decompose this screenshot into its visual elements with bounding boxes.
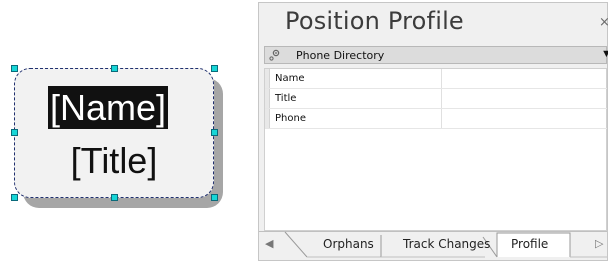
property-row-title[interactable]: Title — [265, 89, 607, 109]
column-divider — [441, 109, 442, 128]
resize-handle-bottom-left[interactable] — [11, 194, 18, 201]
resize-handle-left[interactable] — [11, 129, 18, 136]
resize-handle-right[interactable] — [211, 129, 218, 136]
resize-handle-top-left[interactable] — [11, 65, 18, 72]
shape-title-field[interactable]: [Title] — [14, 139, 214, 182]
row-indicator — [265, 109, 270, 128]
property-row-phone[interactable]: Phone — [265, 109, 607, 129]
shape-name-field[interactable]: [Name] — [48, 86, 169, 129]
tab-orphans[interactable]: Orphans — [323, 237, 374, 251]
directory-label: Phone Directory — [296, 49, 385, 62]
property-row-name[interactable]: Name — [265, 69, 607, 89]
chevron-down-icon[interactable]: ▼ — [601, 48, 608, 60]
scroll-left-icon[interactable]: ◀ — [265, 237, 273, 250]
properties-grid: Name Title Phone — [264, 68, 607, 231]
resize-handle-bottom[interactable] — [111, 194, 118, 201]
resize-handle-bottom-right[interactable] — [211, 194, 218, 201]
gear-icon — [269, 48, 281, 65]
tab-profile[interactable]: Profile — [511, 237, 548, 251]
property-label: Name — [275, 73, 305, 84]
column-divider — [441, 69, 442, 88]
pane-title: Position Profile — [285, 7, 464, 35]
row-indicator — [265, 69, 270, 88]
resize-handle-top[interactable] — [111, 65, 118, 72]
close-icon[interactable]: × — [599, 15, 608, 30]
tab-bar: ◀ Orphans Track Changes Profile ▷ — [259, 231, 607, 260]
row-indicator — [265, 89, 270, 108]
tab-track-changes[interactable]: Track Changes — [403, 237, 490, 251]
property-label: Phone — [275, 113, 306, 124]
org-chart-shape[interactable]: [Name] [Title] — [0, 0, 250, 263]
scroll-right-icon[interactable]: ▷ — [595, 237, 603, 250]
property-label: Title — [275, 93, 297, 104]
resize-handle-top-right[interactable] — [211, 65, 218, 72]
position-profile-pane: Position Profile × Phone Directory ▼ Nam… — [258, 2, 608, 261]
column-divider — [441, 89, 442, 108]
directory-dropdown[interactable]: Phone Directory ▼ — [264, 46, 608, 65]
